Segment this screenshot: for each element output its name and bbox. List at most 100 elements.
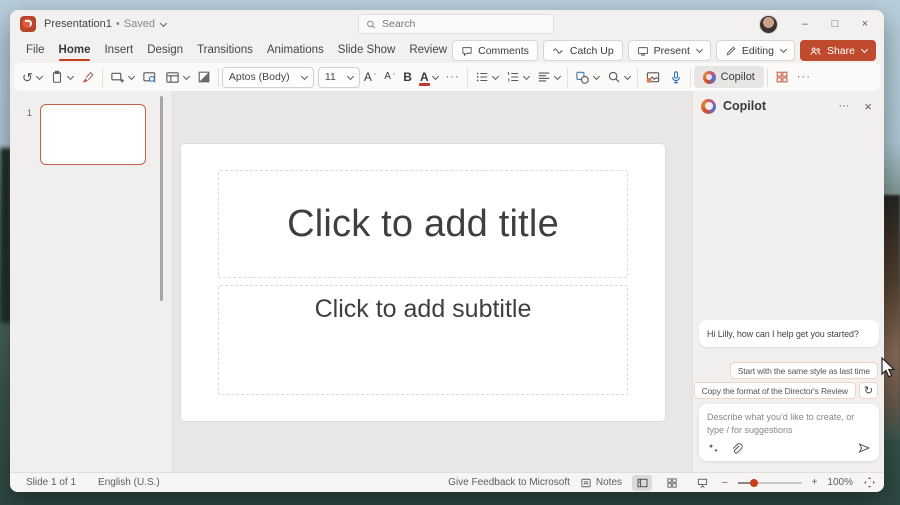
bold-button[interactable]: B xyxy=(399,65,416,89)
slide-sorter-view-button[interactable] xyxy=(662,475,682,491)
ribbon-more-button[interactable]: ··· xyxy=(793,65,815,89)
chevron-down-icon xyxy=(696,46,703,53)
menu-design[interactable]: Design xyxy=(140,41,190,59)
slide-thumbnail-1[interactable] xyxy=(40,104,146,165)
paste-button[interactable] xyxy=(46,65,77,89)
add-ins-button[interactable] xyxy=(771,65,793,89)
notes-toggle[interactable]: Notes xyxy=(580,477,622,489)
copilot-ribbon-button[interactable]: Copilot xyxy=(694,66,764,88)
menu-insert[interactable]: Insert xyxy=(97,41,140,59)
copilot-close-button[interactable]: × xyxy=(860,97,876,116)
find-button[interactable] xyxy=(603,65,634,89)
catch-up-button[interactable]: Catch Up xyxy=(543,40,623,61)
layout-button[interactable] xyxy=(161,65,193,89)
feedback-link[interactable]: Give Feedback to Microsoft xyxy=(448,477,570,488)
language-status[interactable]: English (U.S.) xyxy=(98,477,160,488)
zoom-slider-handle[interactable] xyxy=(750,479,758,487)
format-painter-button[interactable] xyxy=(77,65,99,89)
suggestion-chip-1[interactable]: Start with the same style as last time xyxy=(730,362,878,379)
share-button[interactable]: Share xyxy=(800,40,876,61)
menu-file[interactable]: File xyxy=(19,41,52,59)
thumbnails-scrollbar[interactable] xyxy=(160,96,163,301)
user-avatar[interactable] xyxy=(759,15,778,34)
copilot-logo-icon xyxy=(703,71,716,84)
comments-button[interactable]: Comments xyxy=(452,40,538,61)
catch-up-label: Catch Up xyxy=(570,45,614,57)
slide-count-status[interactable]: Slide 1 of 1 xyxy=(26,477,76,488)
maximize-button[interactable]: □ xyxy=(822,13,848,35)
document-title-text: Presentation1 xyxy=(44,18,112,30)
divider xyxy=(567,68,568,87)
zoom-in-button[interactable]: + xyxy=(812,477,818,488)
status-bar: Slide 1 of 1 English (U.S.) Give Feedbac… xyxy=(10,472,884,492)
normal-view-button[interactable] xyxy=(632,475,652,491)
chevron-down-icon xyxy=(301,72,308,79)
grow-font-icon: A xyxy=(364,71,372,83)
designer-button[interactable] xyxy=(641,65,665,89)
divider xyxy=(767,68,768,87)
attach-paperclip-icon[interactable] xyxy=(730,442,743,455)
menu-review[interactable]: Review xyxy=(402,41,454,59)
font-size-value: 11 xyxy=(325,71,336,83)
grid-view-icon xyxy=(666,477,678,489)
suggestion-chip-2[interactable]: Copy the format of the Director's Review xyxy=(694,382,856,399)
menu-transitions[interactable]: Transitions xyxy=(190,41,260,59)
chevron-down-icon xyxy=(36,72,43,79)
zoom-slider[interactable] xyxy=(738,482,802,484)
align-button[interactable] xyxy=(533,65,564,89)
shrink-font-button[interactable]: Aˇ xyxy=(380,65,399,89)
copilot-prompt-input[interactable] xyxy=(707,411,871,437)
minimize-button[interactable]: – xyxy=(792,13,818,35)
menu-slide-show[interactable]: Slide Show xyxy=(331,41,403,59)
more-font-options-button[interactable]: ··· xyxy=(442,65,464,89)
prompt-sparkle-icon[interactable] xyxy=(707,442,720,455)
grow-font-button[interactable]: Aˆ xyxy=(360,65,380,89)
font-name-select[interactable]: Aptos (Body) xyxy=(222,67,314,88)
copilot-prompt-box[interactable] xyxy=(699,404,879,461)
reuse-slides-button[interactable] xyxy=(138,65,161,89)
send-icon[interactable] xyxy=(857,441,871,455)
search-box[interactable] xyxy=(358,14,554,34)
present-label: Present xyxy=(654,45,690,57)
title-bar: Presentation1 • Saved – □ × xyxy=(10,10,884,38)
slideshow-view-button[interactable] xyxy=(692,475,712,491)
pencil-icon xyxy=(725,45,737,57)
font-color-button[interactable]: A xyxy=(416,65,442,89)
fit-to-window-icon[interactable] xyxy=(863,476,876,489)
share-label: Share xyxy=(827,45,855,57)
title-placeholder[interactable]: Click to add title xyxy=(218,170,628,278)
undo-button[interactable]: ↺ xyxy=(18,65,46,89)
menu-animations[interactable]: Animations xyxy=(260,41,331,59)
editing-button[interactable]: Editing xyxy=(716,40,795,61)
copilot-more-button[interactable]: ··· xyxy=(834,98,853,114)
menu-home[interactable]: Home xyxy=(52,41,98,59)
layout-icon xyxy=(165,70,180,85)
font-name-value: Aptos (Body) xyxy=(229,71,290,83)
present-button[interactable]: Present xyxy=(628,40,711,61)
microphone-icon xyxy=(669,70,683,85)
zoom-level[interactable]: 100% xyxy=(827,477,853,488)
search-icon xyxy=(366,19,376,30)
subtitle-placeholder[interactable]: Click to add subtitle xyxy=(218,285,628,395)
document-title[interactable]: Presentation1 • Saved xyxy=(44,18,166,30)
numbered-list-icon xyxy=(506,70,520,84)
dictate-button[interactable] xyxy=(665,65,687,89)
shapes-button[interactable] xyxy=(571,65,603,89)
title-separator: • xyxy=(116,18,120,30)
refresh-suggestions-button[interactable]: ↻ xyxy=(859,382,878,399)
close-button[interactable]: × xyxy=(852,13,878,35)
slide-canvas[interactable]: Click to add title Click to add subtitle xyxy=(181,144,665,421)
bullets-button[interactable] xyxy=(471,65,502,89)
font-size-select[interactable]: 11 xyxy=(318,67,360,88)
new-slide-button[interactable] xyxy=(106,65,138,89)
clipboard-icon xyxy=(50,70,64,84)
normal-view-icon xyxy=(636,477,649,489)
section-button[interactable] xyxy=(193,65,215,89)
divider xyxy=(218,68,219,87)
monitor-icon xyxy=(637,45,649,57)
refresh-icon: ↻ xyxy=(864,384,873,397)
zoom-out-button[interactable]: – xyxy=(722,477,728,488)
numbering-button[interactable] xyxy=(502,65,533,89)
search-input[interactable] xyxy=(382,18,546,30)
slide-thumbnails-panel: 1 xyxy=(10,91,172,472)
